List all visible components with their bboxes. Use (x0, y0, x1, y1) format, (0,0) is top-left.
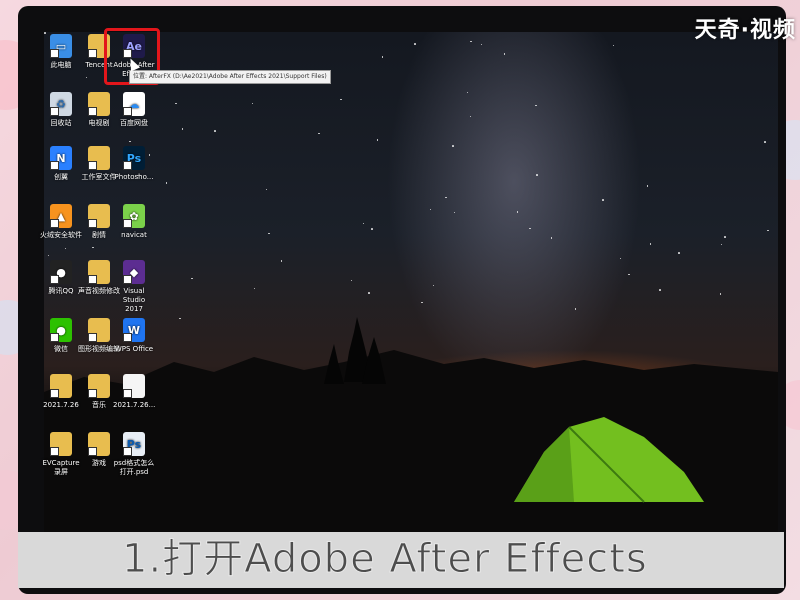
wechat-icon: ● (50, 318, 72, 342)
visual-studio-icon: ◆ (123, 260, 145, 284)
star (724, 236, 726, 238)
desktop-icon-22[interactable]: EVCapture录屏 (40, 432, 82, 477)
desktop-icon-label: 此电脑 (50, 61, 72, 69)
desktop-icon-1[interactable]: ▭ 此电脑 (40, 34, 82, 70)
desktop-icon-19[interactable]: 2021.7.26 (40, 374, 82, 410)
folder-icon (50, 374, 72, 398)
wps-icon: W (123, 318, 145, 342)
desktop-icon-label: 百度网盘 (120, 119, 148, 127)
star (92, 246, 94, 249)
star (368, 292, 370, 294)
step-caption: 1.打开Adobe After Effects (122, 536, 648, 583)
desktop-icon-label: WPS Office (114, 345, 154, 353)
star (175, 102, 177, 105)
document-icon (123, 374, 145, 398)
qq-icon: ● (50, 260, 72, 284)
desktop-icon-label: 2021.7.26 (43, 401, 79, 409)
desktop-icon-label: 火绒安全软件 (40, 231, 82, 239)
chuangyi-icon: N (50, 146, 72, 170)
desktop-icon-label: 2021.7.26... (113, 401, 156, 409)
folder-icon (50, 432, 72, 456)
star (529, 227, 531, 230)
folder-icon (88, 374, 110, 398)
icon-tooltip: 位置: AfterFX (D:\Ae2021\Adobe After Effec… (129, 70, 331, 84)
desktop-icon-label: 创翼 (54, 173, 68, 181)
star (659, 289, 661, 291)
star (129, 140, 131, 143)
star (179, 317, 181, 320)
computer-icon: ▭ (50, 34, 72, 58)
desktop-icon-12[interactable]: ✿ navicat (113, 204, 155, 240)
desktop-icon-16[interactable]: ● 微信 (40, 318, 82, 354)
folder-icon (88, 318, 110, 342)
desktop-icon-label: psd格式怎么打开.psd (113, 459, 155, 476)
navicat-icon: ✿ (123, 204, 145, 228)
desktop-icon-label: 回收站 (50, 119, 72, 127)
huorong-icon: ▲ (50, 204, 72, 228)
desktop-icon-6[interactable]: ☁ 百度网盘 (113, 92, 155, 128)
desktop-icon-label: 腾讯QQ (48, 287, 74, 295)
desktop-icon-9[interactable]: Ps Photosho... (113, 146, 155, 182)
desktop-icon-4[interactable]: ♻ 回收站 (40, 92, 82, 128)
star (536, 174, 538, 176)
baidu-netdisk-icon: ☁ (123, 92, 145, 116)
star (719, 293, 722, 295)
star (318, 132, 320, 135)
folder-icon (88, 432, 110, 456)
desktop-icon-7[interactable]: N 创翼 (40, 146, 82, 182)
desktop-icon-label: EVCapture录屏 (42, 459, 80, 476)
desktop-icon-24[interactable]: Ps psd格式怎么打开.psd (113, 432, 155, 477)
star (649, 243, 652, 245)
folder-icon (88, 92, 110, 116)
desktop-icon-label: navicat (121, 231, 147, 239)
psd-file-icon: Ps (123, 432, 145, 456)
star (268, 232, 270, 234)
desktop-icon-10[interactable]: ▲ 火绒安全软件 (40, 204, 82, 240)
star (764, 141, 766, 143)
star (214, 130, 216, 132)
folder-icon (88, 260, 110, 284)
star (414, 43, 416, 45)
star (470, 40, 472, 43)
star (602, 199, 604, 201)
star (503, 53, 506, 55)
star (678, 252, 680, 254)
desktop-icon-18[interactable]: W WPS Office (113, 318, 155, 354)
star (452, 145, 454, 147)
star (421, 301, 423, 304)
watermark: 天奇·视频 (694, 18, 796, 43)
folder-icon (88, 204, 110, 228)
desktop-icon-label: 微信 (54, 345, 68, 353)
photoshop-icon: Ps (123, 146, 145, 170)
folder-icon (88, 146, 110, 170)
star (646, 185, 649, 187)
star (165, 182, 168, 184)
desktop-icon-label: Photosho... (114, 173, 154, 181)
star (47, 254, 50, 257)
desktop-icon-13[interactable]: ● 腾讯QQ (40, 260, 82, 296)
recycle-bin-icon: ♻ (50, 92, 72, 116)
desktop-icon-15[interactable]: ◆ Visual Studio 2017 (113, 260, 155, 314)
star (371, 228, 373, 230)
desktop-icon-label: Visual Studio 2017 (122, 287, 146, 313)
desktop-icon-21[interactable]: 2021.7.26... (113, 374, 155, 410)
